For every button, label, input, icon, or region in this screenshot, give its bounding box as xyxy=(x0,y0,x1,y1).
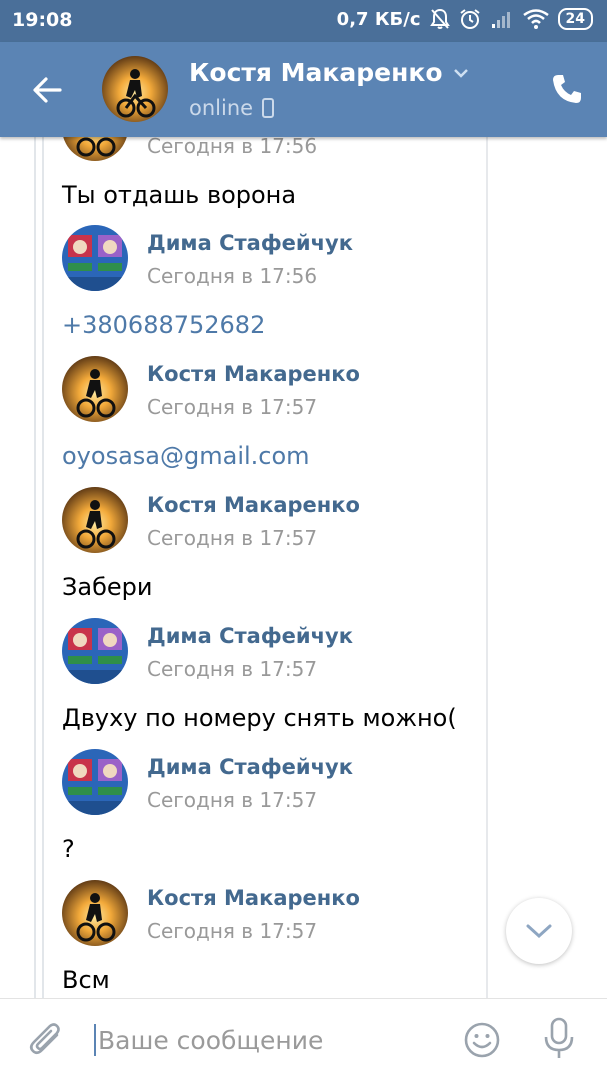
online-status: online xyxy=(189,96,254,120)
bubble-edge xyxy=(486,137,488,998)
status-bar: 19:08 0,7 КБ/с 24 xyxy=(0,0,607,42)
contact-name-row[interactable]: Костя Макаренко xyxy=(189,58,469,87)
signal-icon xyxy=(491,12,510,28)
message-author[interactable]: Костя Макаренко xyxy=(147,362,360,386)
status-indicators: 0,7 КБ/с 24 xyxy=(337,8,593,30)
message-time: Сегодня в 17:57 xyxy=(147,919,318,943)
contact-name: Костя Макаренко xyxy=(189,58,443,87)
chevron-down-icon xyxy=(453,68,468,78)
chevron-down-icon xyxy=(526,924,552,939)
text-caret xyxy=(94,1024,96,1056)
paperclip-icon[interactable] xyxy=(27,1021,67,1061)
alarm-icon xyxy=(459,9,480,29)
message-text: Забери xyxy=(62,573,153,601)
author-avatar[interactable] xyxy=(62,749,128,815)
back-arrow-icon[interactable] xyxy=(30,72,66,108)
message-author[interactable]: Дима Стафейчук xyxy=(147,755,353,779)
mobile-icon xyxy=(262,98,275,118)
status-time: 19:08 xyxy=(12,9,73,31)
author-avatar[interactable] xyxy=(62,880,128,946)
message-author[interactable]: Костя Макаренко xyxy=(147,493,360,517)
message-input[interactable]: Ваше сообщение xyxy=(94,1019,424,1061)
message-header: Дима Стафейчук Сегодня в 17:56 xyxy=(62,225,462,293)
message-header: Костя Макаренко Сегодня в 17:57 xyxy=(62,356,462,424)
message-time: Сегодня в 17:56 xyxy=(147,137,318,158)
message-author[interactable]: Костя Макаренко xyxy=(147,886,360,910)
message-time: Сегодня в 17:57 xyxy=(147,395,318,419)
mute-bell-icon xyxy=(429,8,450,29)
message-header: Дима Стафейчук Сегодня в 17:57 xyxy=(62,749,462,817)
message-author[interactable]: Дима Стафейчук xyxy=(147,231,353,255)
message-time: Сегодня в 17:56 xyxy=(147,264,318,288)
message-list[interactable]: Сегодня в 17:56 Ты отдашь ворона Дима Ст… xyxy=(0,137,607,998)
author-avatar[interactable] xyxy=(62,225,128,291)
battery-icon: 24 xyxy=(557,8,593,30)
microphone-icon[interactable] xyxy=(541,1017,577,1061)
message-header: Дима Стафейчук Сегодня в 17:57 xyxy=(62,618,462,686)
message-header: Сегодня в 17:56 xyxy=(62,137,462,163)
forward-line xyxy=(34,137,36,998)
author-avatar[interactable] xyxy=(62,356,128,422)
message-text: ? xyxy=(62,835,75,863)
forward-line xyxy=(42,137,44,998)
message-header: Костя Макаренко Сегодня в 17:57 xyxy=(62,880,462,948)
scroll-down-button[interactable] xyxy=(506,898,572,964)
author-avatar[interactable] xyxy=(62,487,128,553)
chat-header: Костя Макаренко online xyxy=(0,42,607,137)
smile-icon[interactable] xyxy=(463,1021,501,1059)
contact-status: online xyxy=(189,96,275,120)
author-avatar[interactable] xyxy=(62,618,128,684)
message-time: Сегодня в 17:57 xyxy=(147,788,318,812)
message-text: Ты отдашь ворона xyxy=(62,181,297,209)
email-link[interactable]: oyosasa@gmail.com xyxy=(62,442,310,470)
message-input-placeholder: Ваше сообщение xyxy=(98,1025,324,1055)
author-avatar[interactable] xyxy=(62,137,128,161)
wifi-icon xyxy=(522,9,549,29)
message-composer: Ваше сообщение xyxy=(0,998,607,1080)
message-text: Двуху по номеру снять можно( xyxy=(62,704,457,732)
network-speed: 0,7 КБ/с xyxy=(336,8,421,30)
message-author[interactable]: Дима Стафейчук xyxy=(147,624,353,648)
message-time: Сегодня в 17:57 xyxy=(147,526,318,550)
message-header: Костя Макаренко Сегодня в 17:57 xyxy=(62,487,462,555)
contact-avatar[interactable] xyxy=(102,56,168,122)
phone-icon[interactable] xyxy=(550,72,584,106)
phone-link[interactable]: +380688752682 xyxy=(62,311,265,339)
message-time: Сегодня в 17:57 xyxy=(147,657,318,681)
message-text: Всм xyxy=(62,966,110,994)
